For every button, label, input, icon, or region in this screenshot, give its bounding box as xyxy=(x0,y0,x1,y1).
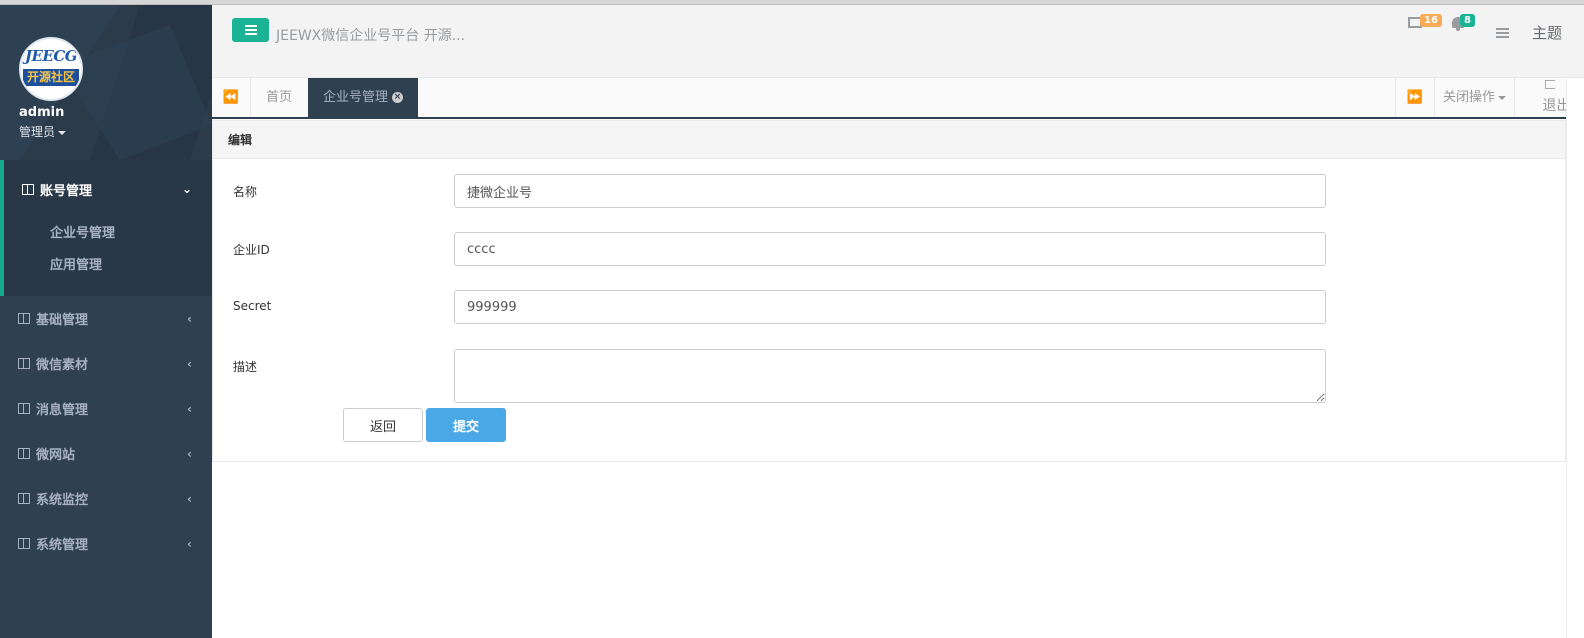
corp-id-label: 企业ID xyxy=(233,243,270,257)
name-label: 名称 xyxy=(233,185,258,199)
theme-button[interactable] xyxy=(1496,28,1509,38)
forward-icon: ⏩ xyxy=(1406,90,1424,105)
close-operations-dropdown[interactable]: 关闭操作 xyxy=(1434,78,1514,117)
tab-label: 企业号管理 xyxy=(323,90,389,105)
sidebar-subitem-app[interactable]: 应用管理 xyxy=(4,250,212,282)
submit-button[interactable]: 提交 xyxy=(426,408,506,442)
profile-role-label: 管理员 xyxy=(19,125,56,139)
tab-scroll-right-button[interactable]: ⏩ xyxy=(1395,78,1434,117)
page-scrollbar[interactable] xyxy=(1566,78,1584,638)
messages-button[interactable]: 16 xyxy=(1408,14,1442,28)
sidebar-item-material[interactable]: 微信素材 ‹ xyxy=(0,341,212,386)
menu-icon xyxy=(244,29,257,31)
sidebar-group-microsite: 微网站 ‹ xyxy=(0,431,212,476)
sidebar-item-monitor[interactable]: 系统监控 ‹ xyxy=(0,476,212,521)
sidebar-item-label: 系统管理 xyxy=(36,538,89,553)
chevron-left-icon: ‹ xyxy=(187,356,192,371)
site-title: JEEWX微信企业号平台 开源... xyxy=(276,28,466,44)
columns-icon xyxy=(18,403,30,414)
alerts-button[interactable]: 8 xyxy=(1452,14,1475,31)
tab-home[interactable]: 首页 xyxy=(251,78,307,117)
logo-top-text: JEECG xyxy=(24,47,78,65)
close-icon[interactable]: × xyxy=(392,92,404,103)
panel-title: 编辑 xyxy=(213,121,1565,159)
profile-panel: JEECG 开源社区 admin 管理员 xyxy=(0,5,212,160)
description-textarea[interactable] xyxy=(454,349,1326,403)
caret-down-icon xyxy=(58,130,67,135)
alerts-count-badge: 8 xyxy=(1460,14,1475,27)
chevron-left-icon: ‹ xyxy=(187,311,192,326)
tasks-icon xyxy=(1496,28,1509,38)
sidebar: JEECG 开源社区 admin 管理员 账号管理 ⌄ 企业号管理 应用管理 基… xyxy=(0,5,212,638)
sidebar-item-message[interactable]: 消息管理 ‹ xyxy=(0,386,212,431)
columns-icon xyxy=(18,493,30,504)
backward-icon: ⏪ xyxy=(222,90,240,105)
sidebar-item-label: 账号管理 xyxy=(40,183,93,199)
logo-bottom-text: 开源社区 xyxy=(23,69,79,86)
messages-count-badge: 16 xyxy=(1420,14,1442,27)
tab-bar: ⏪ 首页 企业号管理 × ⏩ 关闭操作 退出 xyxy=(212,78,1584,119)
caret-down-icon xyxy=(1498,95,1507,100)
logo: JEECG 开源社区 xyxy=(19,37,83,101)
tab-scroll-left-button[interactable]: ⏪ xyxy=(212,78,251,117)
sidebar-group-system: 系统管理 ‹ xyxy=(0,521,212,566)
sidebar-item-account[interactable]: 账号管理 ⌄ xyxy=(4,160,212,218)
top-header: JEEWX微信企业号平台 开源... xyxy=(212,5,1584,78)
back-button[interactable]: 返回 xyxy=(343,408,423,442)
chevron-left-icon: ‹ xyxy=(187,536,192,551)
chevron-left-icon: ‹ xyxy=(187,446,192,461)
sidebar-group-basic: 基础管理 ‹ xyxy=(0,296,212,341)
sidebar-group-material: 微信素材 ‹ xyxy=(0,341,212,386)
description-label: 描述 xyxy=(233,360,258,374)
theme-label[interactable]: 主题 xyxy=(1532,22,1562,43)
chevron-left-icon: ‹ xyxy=(187,401,192,416)
columns-icon xyxy=(22,183,34,195)
sidebar-item-label: 微信素材 xyxy=(36,358,89,373)
profile-role-dropdown[interactable]: 管理员 xyxy=(19,123,67,140)
secret-input[interactable] xyxy=(454,290,1326,324)
sidebar-group-message: 消息管理 ‹ xyxy=(0,386,212,431)
columns-icon xyxy=(18,448,30,459)
sidebar-item-label: 基础管理 xyxy=(36,313,89,328)
sidebar-group-monitor: 系统监控 ‹ xyxy=(0,476,212,521)
sidebar-menu: 账号管理 ⌄ 企业号管理 应用管理 基础管理 ‹ 微信素材 ‹ 消息管理 ‹ 微… xyxy=(0,160,212,566)
chevron-left-icon: ‹ xyxy=(187,491,192,506)
secret-label: Secret xyxy=(233,299,272,313)
tab-corp-account[interactable]: 企业号管理 × xyxy=(308,78,419,117)
corp-id-input[interactable] xyxy=(454,232,1326,266)
edit-panel: 编辑 名称 企业ID Secret 描述 返回 提交 xyxy=(212,120,1566,462)
sidebar-item-label: 微网站 xyxy=(36,448,76,463)
sidebar-item-label: 系统监控 xyxy=(36,493,89,508)
columns-icon xyxy=(18,358,30,369)
sidebar-item-basic[interactable]: 基础管理 ‹ xyxy=(0,296,212,341)
sign-out-icon xyxy=(1544,80,1555,89)
sidebar-toggle-button[interactable] xyxy=(232,18,269,42)
name-input[interactable] xyxy=(454,174,1326,208)
sidebar-item-system[interactable]: 系统管理 ‹ xyxy=(0,521,212,566)
chevron-down-icon: ⌄ xyxy=(181,182,192,196)
sidebar-item-microsite[interactable]: 微网站 ‹ xyxy=(0,431,212,476)
sidebar-group-account: 账号管理 ⌄ 企业号管理 应用管理 xyxy=(0,160,212,296)
sidebar-subitem-corp-account[interactable]: 企业号管理 xyxy=(4,218,212,250)
profile-name: admin xyxy=(19,105,65,120)
close-operations-label: 关闭操作 xyxy=(1443,90,1496,105)
sidebar-submenu: 企业号管理 应用管理 xyxy=(4,218,212,296)
columns-icon xyxy=(18,313,30,324)
sidebar-item-label: 消息管理 xyxy=(36,403,89,418)
columns-icon xyxy=(18,538,30,549)
